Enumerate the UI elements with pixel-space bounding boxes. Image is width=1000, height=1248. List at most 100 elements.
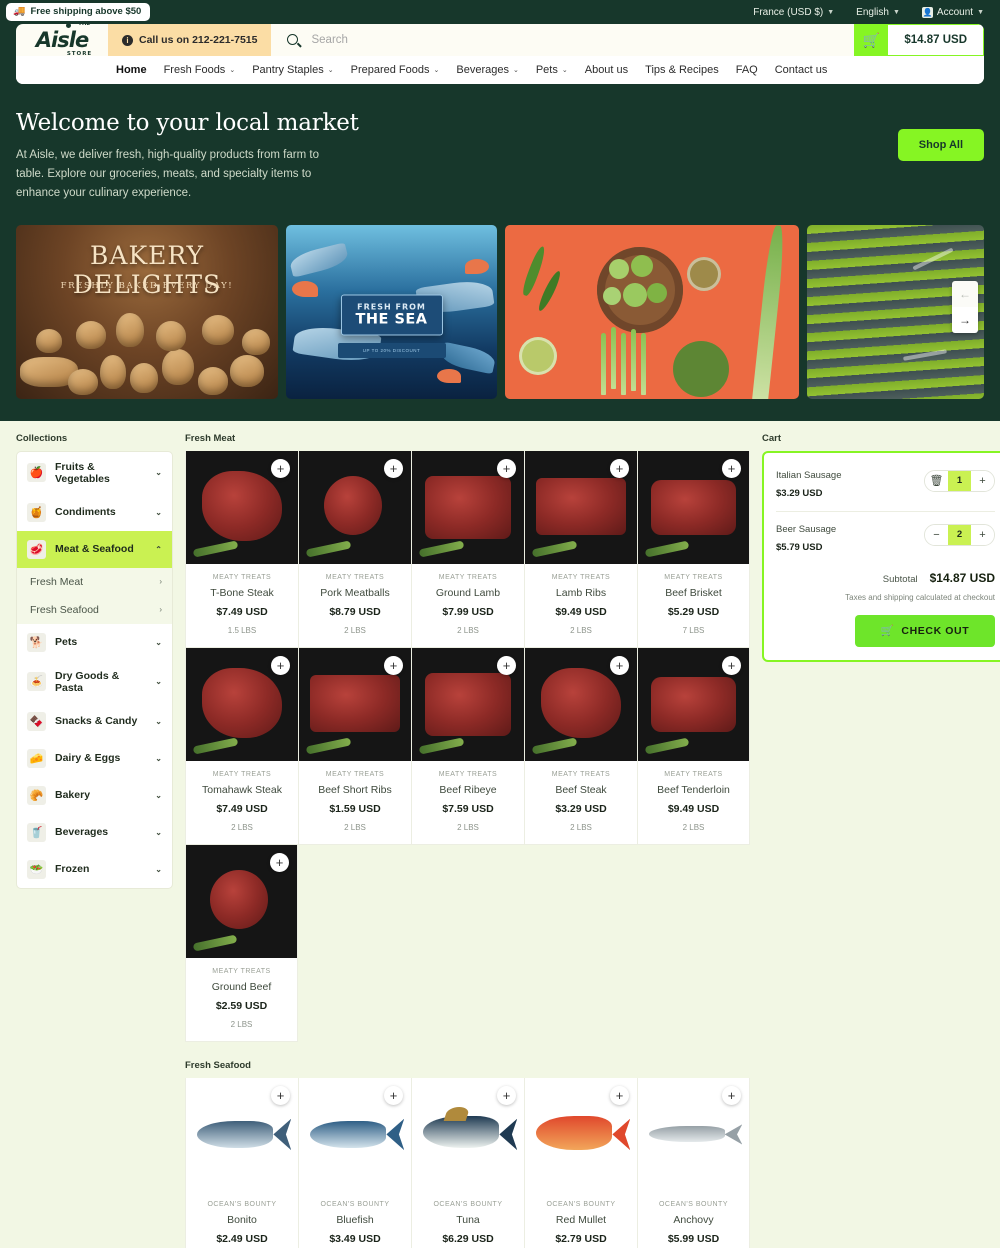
sidebar-item-label: Condiments xyxy=(55,506,116,519)
nav-label: About us xyxy=(584,64,629,76)
call-us-pill[interactable]: i Call us on 212-221-7515 xyxy=(108,24,272,56)
nav-item-about-us[interactable]: About us xyxy=(585,64,628,76)
nav-item-home[interactable]: Home xyxy=(116,64,147,76)
nav-item-beverages[interactable]: Beverages ⌄ xyxy=(456,64,518,76)
checkout-button[interactable]: 🛒 CHECK OUT xyxy=(855,614,995,647)
logo-dot-icon xyxy=(66,24,72,28)
add-to-cart-icon[interactable]: + xyxy=(271,1085,290,1105)
product-card-beef-short-ribs[interactable]: + MEATY TREATS Beef Short Ribs $1.59 USD… xyxy=(298,647,411,845)
product-card-beef-brisket[interactable]: + MEATY TREATS Beef Brisket $5.29 USD 7 … xyxy=(637,450,750,648)
carousel-next-button[interactable]: → xyxy=(952,306,978,333)
cart-button[interactable]: 🛒 xyxy=(854,24,889,56)
sidebar-item-pets[interactable]: 🐕 Pets ⌄ xyxy=(17,624,172,661)
product-row: + MEATY TREATS Ground Beef $2.59 USD 2 L… xyxy=(185,844,750,1042)
add-to-cart-icon[interactable]: + xyxy=(384,1085,403,1105)
add-to-cart-icon[interactable]: + xyxy=(271,458,290,478)
country-selector[interactable]: France (USD $) ▼ xyxy=(745,3,842,22)
search-input[interactable] xyxy=(311,34,839,46)
collections-title: Collections xyxy=(16,432,68,444)
increase-quantity-icon[interactable]: + xyxy=(971,524,994,545)
sidebar-subitems: Fresh Meat › Fresh Seafood › xyxy=(17,567,172,624)
add-to-cart-icon[interactable]: + xyxy=(497,655,516,675)
sidebar-item-dry-goods-pasta[interactable]: 🍝 Dry Goods & Pasta ⌄ xyxy=(17,661,172,703)
sidebar-item-condiments[interactable]: 🍯 Condiments ⌄ xyxy=(17,494,172,531)
product-card-pork-meatballs[interactable]: + MEATY TREATS Pork Meatballs $8.79 USD … xyxy=(298,450,411,648)
product-card-ground-lamb[interactable]: + MEATY TREATS Ground Lamb $7.99 USD 2 L… xyxy=(411,450,524,648)
nav-item-contact-us[interactable]: Contact us xyxy=(775,64,828,76)
product-card-ground-beef[interactable]: + MEATY TREATS Ground Beef $2.59 USD 2 L… xyxy=(185,844,298,1042)
trash-icon[interactable]: 🗑 xyxy=(925,470,948,491)
product-price: $7.99 USD xyxy=(442,605,494,618)
sidebar-item-snacks-candy[interactable]: 🍫 Snacks & Candy ⌄ xyxy=(17,703,172,740)
product-card-t-bone-steak[interactable]: + MEATY TREATS T-Bone Steak $7.49 USD 1.… xyxy=(185,450,298,648)
seafood-banner[interactable]: FRESH FROM THE SEA UP TO 20% DISCOUNT xyxy=(286,224,497,399)
product-name: Beef Tenderloin xyxy=(657,783,730,796)
product-weight: 2 LBS xyxy=(344,625,366,635)
nav-item-pets[interactable]: Pets ⌄ xyxy=(536,64,568,76)
seafood-banner-line1: FRESH FROM xyxy=(357,302,426,312)
add-to-cart-icon[interactable]: + xyxy=(497,458,516,478)
chevron-down-icon: ⌄ xyxy=(155,637,162,647)
logo-the: THE xyxy=(78,24,90,27)
sidebar-subitem-label: Fresh Seafood xyxy=(30,603,99,616)
sidebar-item-fruits-vegetables[interactable]: 🍎 Fruits & Vegetables ⌄ xyxy=(17,452,172,494)
add-to-cart-icon[interactable]: + xyxy=(497,1085,516,1105)
product-vendor: MEATY TREATS xyxy=(551,573,611,581)
seafood-banner-line2: THE SEA xyxy=(355,311,428,328)
decrease-quantity-icon[interactable]: − xyxy=(925,524,948,545)
nav-label: Tips & Recipes xyxy=(645,64,719,76)
product-card-anchovy[interactable]: + OCEAN'S BOUNTY Anchovy $5.99 USD 2 LBS xyxy=(637,1077,750,1248)
nav-item-tips-recipes[interactable]: Tips & Recipes xyxy=(645,64,719,76)
product-card-beef-tenderloin[interactable]: + MEATY TREATS Beef Tenderloin $9.49 USD… xyxy=(637,647,750,845)
add-to-cart-icon[interactable]: + xyxy=(722,1085,741,1105)
product-card-beef-ribeye[interactable]: + MEATY TREATS Beef Ribeye $7.59 USD 2 L… xyxy=(411,647,524,845)
nav-item-faq[interactable]: FAQ xyxy=(736,64,758,76)
cart-total[interactable]: $14.87 USD xyxy=(888,24,984,56)
product-card-tomahawk-steak[interactable]: + MEATY TREATS Tomahawk Steak $7.49 USD … xyxy=(185,647,298,845)
sidebar-item-bakery[interactable]: 🥐 Bakery ⌄ xyxy=(17,777,172,814)
add-to-cart-icon[interactable]: + xyxy=(610,655,629,675)
add-to-cart-icon[interactable]: + xyxy=(610,1085,629,1105)
shop-all-button[interactable]: Shop All xyxy=(897,129,984,161)
vegetables-banner[interactable] xyxy=(505,224,799,399)
sidebar-item-beverages[interactable]: 🥤 Beverages ⌄ xyxy=(17,814,172,851)
increase-quantity-icon[interactable]: + xyxy=(971,470,994,491)
nav-item-pantry-staples[interactable]: Pantry Staples ⌄ xyxy=(252,64,333,76)
add-to-cart-icon[interactable]: + xyxy=(722,655,741,675)
sidebar-item-frozen[interactable]: 🥗 Frozen ⌄ xyxy=(17,851,172,888)
search-bar[interactable] xyxy=(271,24,854,56)
checkout-label: CHECK OUT xyxy=(901,624,970,637)
sidebar-item-dairy-eggs[interactable]: 🧀 Dairy & Eggs ⌄ xyxy=(17,740,172,777)
nav-item-fresh-foods[interactable]: Fresh Foods ⌄ xyxy=(164,64,236,76)
sidebar-subitem-fresh-seafood[interactable]: Fresh Seafood › xyxy=(17,596,172,624)
add-to-cart-icon[interactable]: + xyxy=(384,458,403,478)
product-card-tuna[interactable]: + OCEAN'S BOUNTY Tuna $6.29 USD 2 LBS xyxy=(411,1077,524,1248)
quantity-stepper[interactable]: − 2 + xyxy=(924,523,995,546)
chevron-down-icon: ⌄ xyxy=(155,864,162,874)
carousel-prev-button[interactable]: ← xyxy=(952,280,978,307)
product-card-beef-steak[interactable]: + MEATY TREATS Beef Steak $3.29 USD 2 LB… xyxy=(524,647,637,845)
add-to-cart-icon[interactable]: + xyxy=(270,852,289,872)
product-card-bonito[interactable]: + OCEAN'S BOUNTY Bonito $2.49 USD 2 LBS xyxy=(185,1077,298,1248)
product-weight: 7 LBS xyxy=(682,625,705,635)
product-card-lamb-ribs[interactable]: + MEATY TREATS Lamb Ribs $9.49 USD 2 LBS xyxy=(524,450,637,648)
language-selector[interactable]: English ▼ xyxy=(848,3,908,22)
nav-item-prepared-foods[interactable]: Prepared Foods ⌄ xyxy=(351,64,440,76)
chevron-right-icon: › xyxy=(159,605,162,615)
bakery-banner[interactable]: BAKERY DELIGHTS FRESHLY BAKED EVERY DAY! xyxy=(16,224,278,399)
account-menu[interactable]: 👤 Account ▼ xyxy=(914,3,992,22)
quantity-stepper[interactable]: 🗑 1 + xyxy=(924,469,995,492)
site-logo[interactable]: THE Aisle STORE xyxy=(16,24,108,57)
product-card-red-mullet[interactable]: + OCEAN'S BOUNTY Red Mullet $2.79 USD 2 … xyxy=(524,1077,637,1248)
add-to-cart-icon[interactable]: + xyxy=(610,458,629,478)
search-icon xyxy=(287,33,300,47)
add-to-cart-icon[interactable]: + xyxy=(722,458,741,478)
product-name: Anchovy xyxy=(673,1213,714,1226)
product-card-bluefish[interactable]: + OCEAN'S BOUNTY Bluefish $3.49 USD 2 LB… xyxy=(298,1077,411,1248)
add-to-cart-icon[interactable]: + xyxy=(384,655,403,675)
product-price: $9.49 USD xyxy=(555,605,607,618)
farm-field-banner[interactable]: ← → xyxy=(807,224,984,399)
sidebar-subitem-fresh-meat[interactable]: Fresh Meat › xyxy=(17,568,172,596)
add-to-cart-icon[interactable]: + xyxy=(271,655,290,675)
sidebar-item-meat-seafood[interactable]: 🥩 Meat & Seafood ⌃ xyxy=(17,530,172,568)
